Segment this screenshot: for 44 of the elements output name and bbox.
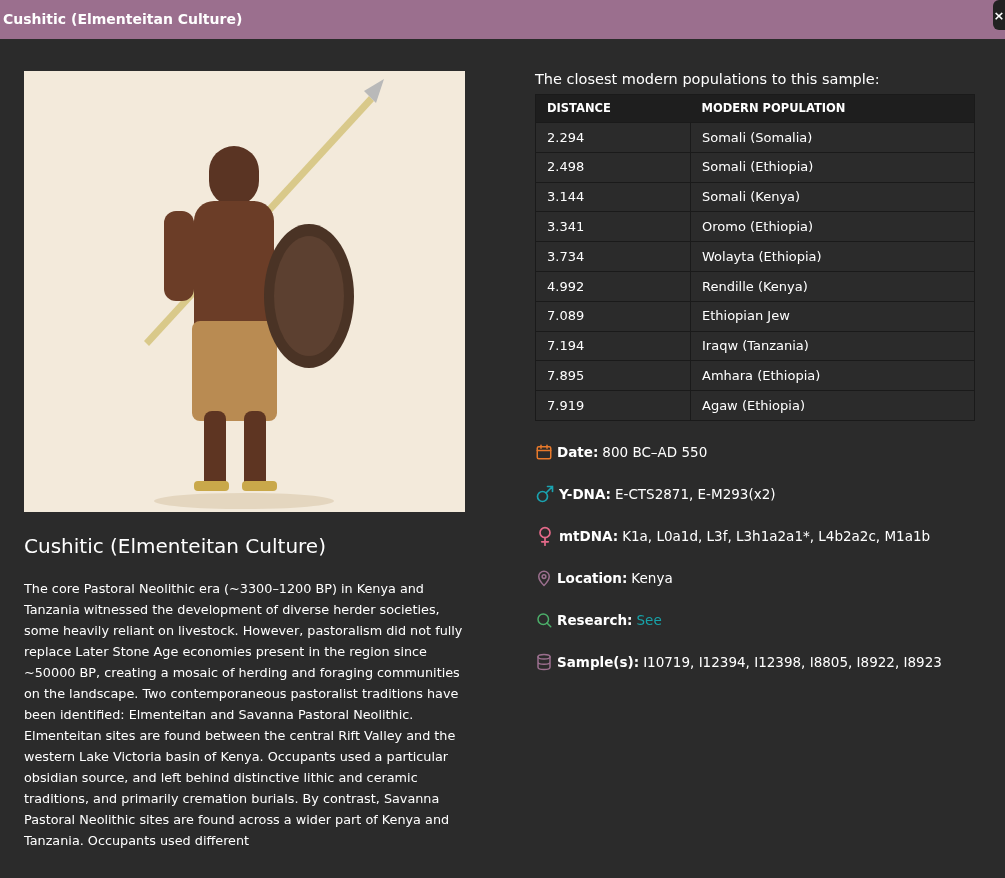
table-cell: Ethiopian Jew xyxy=(690,301,975,332)
male-symbol-icon xyxy=(535,484,555,505)
table-cell: 3.734 xyxy=(535,241,691,272)
detail-value: 800 BC–AD 550 xyxy=(602,443,708,463)
table-cell: Somali (Ethiopia) xyxy=(690,152,975,183)
table-cell: Oromo (Ethiopia) xyxy=(690,211,975,242)
detail-label: Date: xyxy=(557,443,599,463)
table-cell: 2.498 xyxy=(535,152,691,183)
table-cell: 7.919 xyxy=(535,390,691,421)
table-cell: Iraqw (Tanzania) xyxy=(690,331,975,361)
detail-value: E-CTS2871, E-M293(x2) xyxy=(615,485,776,505)
table-cell: Somali (Somalia) xyxy=(690,122,975,153)
detail-label: Location: xyxy=(557,569,628,589)
table-cell: 2.294 xyxy=(535,122,691,153)
table-cell: Rendille (Kenya) xyxy=(690,271,975,302)
table-cell: Agaw (Ethiopia) xyxy=(690,390,975,421)
description-text: The core Pastoral Neolithic era (~3300–1200 BP) in Kenya and Tanzania witnessed the development of diverse herder societies, some heavily reliant on livestock. However, pastoralism did not fully replace Later Stone Age economies present in the region since ~50000 BP, creating a mosaic of herding and foraging communities on the landscape. Two contemporaneous pastoralist traditions have been identified: Elmenteitan and Savanna Pastoral Neolithic. Elmenteitan sites are found between the central Rift Valley and the western Lake Victoria basin of Kenya. Occupants used a particular obsidian source, and left behind distinctive lithic and ceramic traditions, and primarily cremation burials. By contrast, Savanna Pastoral Neolithic sites are found across a wider part of Kenya and Tanzania. Occupants used different xyxy=(24,580,464,850)
table-cell: 7.089 xyxy=(535,301,691,332)
detail-value: K1a, L0a1d, L3f, L3h1a2a1*, L4b2a2c, M1a1b xyxy=(622,527,931,547)
table-cell: Wolayta (Ethiopia) xyxy=(690,241,975,272)
table-cell: Amhara (Ethiopia) xyxy=(690,360,975,391)
sample-title: Cushitic (Elmenteitan Culture) xyxy=(24,533,327,560)
detail-label: mtDNA: xyxy=(559,527,619,547)
search-icon xyxy=(535,611,553,630)
column-header: DISTANCE xyxy=(535,94,691,123)
calendar-icon xyxy=(535,443,553,462)
column-header: MODERN POPULATION xyxy=(690,94,975,123)
map-pin-icon xyxy=(535,569,553,588)
detail-label: Research: xyxy=(557,611,633,631)
detail-value: Kenya xyxy=(631,569,673,589)
table-cell: 3.341 xyxy=(535,211,691,242)
detail-value: I10719, I12394, I12398, I8805, I8922, I8923 xyxy=(643,653,942,673)
database-icon xyxy=(535,653,553,672)
table-cell: 7.194 xyxy=(535,331,691,361)
close-button[interactable]: × xyxy=(993,0,1005,30)
dialog-title: Cushitic (Elmenteitan Culture) xyxy=(2,10,243,29)
table-caption: The closest modern populations to this sample: xyxy=(535,70,881,89)
detail-label: Sample(s): xyxy=(557,653,640,673)
table-cell: Somali (Kenya) xyxy=(690,182,975,212)
table-cell: 4.992 xyxy=(535,271,691,302)
detail-label: Y-DNA: xyxy=(559,485,611,505)
table-cell: 3.144 xyxy=(535,182,691,212)
research-link[interactable]: See xyxy=(636,610,662,631)
table-cell: 7.895 xyxy=(535,360,691,391)
